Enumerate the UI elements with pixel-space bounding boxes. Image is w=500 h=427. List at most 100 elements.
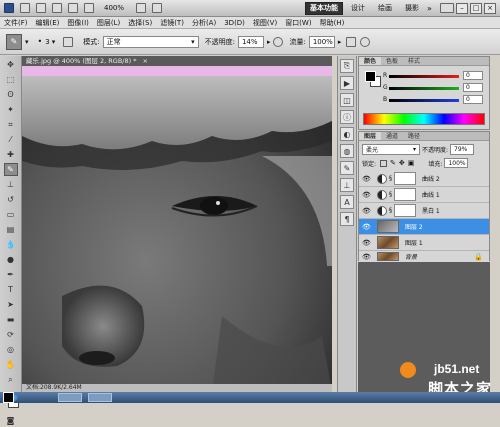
tab-paths[interactable]: 路径 (403, 132, 425, 140)
adjustments-panel-icon[interactable]: ◐ (340, 127, 354, 141)
menu-analysis[interactable]: 分析(A) (188, 17, 220, 29)
workspace-photography-button[interactable]: 摄影 (400, 2, 424, 15)
flow-field[interactable]: 100% (308, 35, 335, 48)
red-value[interactable]: 0 (463, 71, 483, 80)
document-canvas[interactable] (22, 66, 332, 392)
screen-mode-icon[interactable] (152, 3, 163, 13)
layer-name[interactable]: 图层 1 (405, 238, 423, 247)
clone-stamp-tool-icon[interactable]: ⊥ (4, 178, 18, 191)
quick-mask-icon[interactable]: ◙ (4, 414, 18, 427)
close-button[interactable]: × (484, 2, 496, 14)
layer-row-background[interactable]: 👁 背景 🔒 (359, 251, 489, 262)
gradient-tool-icon[interactable]: ▤ (4, 223, 18, 236)
layer-row-layer-1[interactable]: 👁 图层 1 (359, 235, 489, 251)
lock-image-icon[interactable]: ✎ (390, 159, 396, 167)
layer-mask-thumbnail[interactable] (394, 188, 416, 201)
quick-select-tool-icon[interactable]: ✦ (4, 103, 18, 116)
layer-name[interactable]: 曲线 1 (422, 190, 440, 199)
taskbar-app-button[interactable] (58, 393, 82, 402)
view-extras-icon[interactable] (52, 3, 62, 13)
brush-tool-preset-icon[interactable]: ✎ (6, 33, 22, 50)
maximize-button[interactable]: □ (470, 2, 482, 14)
bridge-icon[interactable] (20, 3, 30, 13)
red-slider[interactable] (389, 75, 459, 78)
menu-3d[interactable]: 3D(D) (220, 17, 249, 29)
menu-view[interactable]: 视图(V) (249, 17, 281, 29)
green-slider[interactable] (389, 87, 459, 90)
blue-value[interactable]: 0 (463, 95, 483, 104)
tab-layers[interactable]: 图层 (359, 132, 382, 140)
layer-row-black-white-1[interactable]: 👁 § 黑白 1 (359, 203, 489, 219)
brush-panel-icon[interactable]: ✎ (340, 161, 354, 175)
menu-filter[interactable]: 滤镜(T) (156, 17, 188, 29)
blur-tool-icon[interactable]: 💧 (4, 238, 18, 251)
layer-mask-thumbnail[interactable] (394, 204, 416, 217)
mode-select[interactable]: 正常 ▾ (102, 35, 199, 48)
blue-slider[interactable] (389, 99, 459, 102)
layer-name[interactable]: 图层 2 (405, 222, 423, 231)
lock-position-icon[interactable]: ✥ (399, 159, 405, 167)
workspace-more-button[interactable]: » (427, 4, 432, 13)
color-spectrum-ramp[interactable] (363, 113, 485, 125)
layer-name[interactable]: 黑白 1 (422, 206, 440, 215)
lasso-tool-icon[interactable]: ʘ (4, 88, 18, 101)
layer-row-curves-2[interactable]: 👁 § 曲线 2 (359, 171, 489, 187)
zoom-level[interactable]: 400% (104, 4, 124, 12)
hand-tool-icon[interactable]: ✋ (4, 358, 18, 371)
pen-tool-icon[interactable]: ✒ (4, 268, 18, 281)
navigator-panel-icon[interactable]: ◫ (340, 93, 354, 107)
info-panel-icon[interactable]: ⓘ (340, 110, 354, 124)
blend-mode-select[interactable]: 柔光 ▾ (362, 144, 420, 155)
hand-tool-icon[interactable] (84, 3, 94, 13)
menu-layer[interactable]: 图层(L) (93, 17, 124, 29)
workspace-painting-button[interactable]: 绘画 (373, 2, 397, 15)
path-select-tool-icon[interactable]: ➤ (4, 298, 18, 311)
search-field-icon[interactable] (440, 3, 454, 13)
3d-orbit-tool-icon[interactable]: ◎ (4, 343, 18, 356)
layer-name[interactable]: 曲线 2 (422, 174, 440, 183)
zoom-tool-icon[interactable]: ⌕ (4, 373, 18, 386)
layer-name[interactable]: 背景 (405, 252, 417, 261)
character-panel-icon[interactable]: A (340, 195, 354, 209)
fill-field[interactable]: 100% (444, 158, 469, 168)
layer-row-layer-2[interactable]: 👁 图层 2 (359, 219, 489, 235)
tab-swatches[interactable]: 色板 (381, 57, 403, 65)
type-tool-icon[interactable]: T (4, 283, 18, 296)
healing-brush-tool-icon[interactable]: ✚ (4, 148, 18, 161)
paragraph-panel-icon[interactable]: ¶ (340, 212, 354, 226)
tab-styles[interactable]: 样式 (403, 57, 425, 65)
brush-tool-icon[interactable]: ✎ (3, 163, 18, 176)
taskbar-app-button[interactable] (88, 393, 112, 402)
menu-edit[interactable]: 编辑(E) (32, 17, 64, 29)
green-value[interactable]: 0 (463, 83, 483, 92)
history-panel-icon[interactable]: ⎘ (340, 59, 354, 73)
visibility-eye-icon[interactable]: 👁 (362, 252, 371, 261)
color-foreground-swatch[interactable] (365, 71, 376, 82)
eraser-tool-icon[interactable]: ▭ (4, 208, 18, 221)
minimize-button[interactable]: – (456, 2, 468, 14)
visibility-eye-icon[interactable]: 👁 (362, 238, 371, 247)
opacity-field[interactable]: 14% (237, 35, 264, 48)
photo-canvas-image[interactable] (22, 66, 332, 392)
airbrush-icon[interactable] (346, 36, 357, 47)
menu-select[interactable]: 选择(S) (124, 17, 156, 29)
layer-row-curves-1[interactable]: 👁 § 曲线 1 (359, 187, 489, 203)
zoom-tool-icon[interactable] (68, 3, 78, 13)
tab-channels[interactable]: 通道 (381, 132, 403, 140)
marquee-tool-icon[interactable]: ⬚ (4, 73, 18, 86)
visibility-eye-icon[interactable]: 👁 (362, 190, 371, 199)
close-document-icon[interactable]: × (143, 57, 148, 65)
menu-image[interactable]: 图像(I) (63, 17, 93, 29)
3d-rotate-tool-icon[interactable]: ⟳ (4, 328, 18, 341)
pressure-opacity-icon[interactable] (273, 36, 284, 47)
workspace-essentials-button[interactable]: 基本功能 (305, 1, 343, 15)
move-tool-icon[interactable]: ✥ (4, 58, 18, 71)
shape-tool-icon[interactable]: ▬ (4, 313, 18, 326)
menu-window[interactable]: 窗口(W) (281, 17, 315, 29)
pressure-size-icon[interactable] (360, 36, 371, 47)
menu-help[interactable]: 帮助(H) (316, 17, 349, 29)
history-brush-tool-icon[interactable]: ↺ (4, 193, 18, 206)
preset-dropdown-icon[interactable]: ▾ (25, 38, 29, 46)
flow-slider-arrow-icon[interactable]: ▸ (338, 38, 342, 46)
arrange-documents-icon[interactable] (136, 3, 147, 13)
